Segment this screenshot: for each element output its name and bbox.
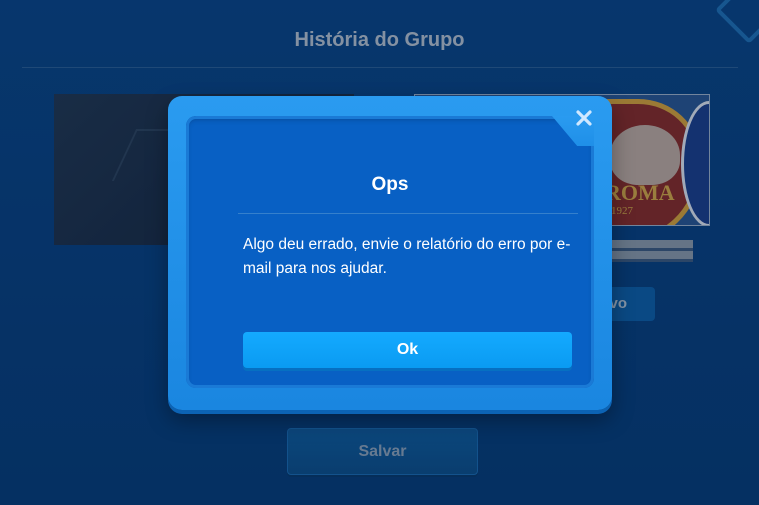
dialog-divider (238, 213, 578, 214)
dialog-content-panel: Ops Algo deu errado, envie o relatório d… (186, 116, 594, 388)
close-icon (576, 110, 592, 126)
dialog-message: Algo deu errado, envie o relatório do er… (243, 236, 571, 277)
dialog-title: Ops (371, 174, 409, 195)
error-dialog: Ops Algo deu errado, envie o relatório d… (168, 96, 612, 410)
close-button[interactable] (574, 108, 594, 128)
ok-button[interactable]: Ok (243, 332, 572, 368)
